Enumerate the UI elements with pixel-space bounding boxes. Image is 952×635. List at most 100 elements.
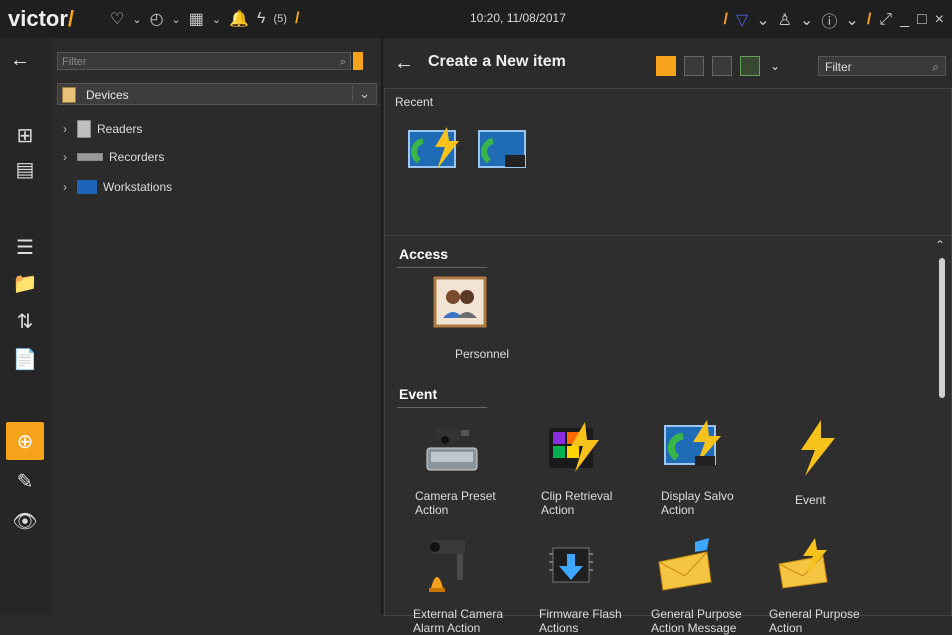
display-salvo-icon[interactable] xyxy=(475,125,535,177)
display-salvo-action-icon[interactable] xyxy=(405,125,465,177)
personnel-icon xyxy=(433,276,487,328)
camera-preset-icon xyxy=(426,428,478,471)
add-button[interactable]: ⊕ xyxy=(6,422,44,460)
chevron-down-icon[interactable]: ⌄ xyxy=(770,59,780,73)
left-filter-input[interactable]: Filter ⌕ xyxy=(57,52,351,70)
maximize-icon[interactable]: □ xyxy=(917,11,927,29)
tile-label: General Purpose Action Message xyxy=(651,607,742,635)
separator-slash: / xyxy=(723,11,728,28)
right-filter-input[interactable]: Filter ⌕ xyxy=(818,56,946,76)
tree-item-workstations[interactable]: › Workstations xyxy=(63,180,172,194)
tree-item-readers[interactable]: › Readers xyxy=(63,120,142,138)
general-purpose-message-icon xyxy=(658,538,712,591)
expand-icon[interactable]: › xyxy=(63,180,71,194)
window-tools: / ▽ ⌄ ♙ ⌄ ⓘ ⌄ / ⤢ _ □ × xyxy=(723,8,944,32)
resize-icon[interactable]: ⤢ xyxy=(879,11,892,29)
tile-general-purpose-action-message[interactable]: General Purpose Action Message xyxy=(651,536,761,635)
tile-firmware-flash-actions[interactable]: Firmware Flash Actions xyxy=(539,536,649,635)
collapse-handle[interactable] xyxy=(353,52,363,70)
section-divider xyxy=(397,267,487,268)
help-icon[interactable]: ⓘ xyxy=(821,8,837,32)
chevron-down-icon[interactable]: ⌄ xyxy=(800,10,813,30)
heart-icon[interactable]: ♡ xyxy=(110,9,124,29)
devices-label: Devices xyxy=(86,88,129,102)
separator-slash: / xyxy=(294,10,300,27)
lightning-icon xyxy=(801,420,835,476)
chevron-down-icon[interactable]: ⌄ xyxy=(132,13,141,26)
filter-icon[interactable]: ▽ xyxy=(736,10,748,30)
chevron-down-icon[interactable]: ⌄ xyxy=(845,10,858,30)
tile-label: Clip Retrieval Action xyxy=(541,489,613,517)
tree-item-recorders[interactable]: › Recorders xyxy=(63,150,164,164)
details-view-icon[interactable] xyxy=(684,56,704,76)
page-title: Create a New item xyxy=(428,53,566,70)
tile-general-purpose-action[interactable]: General Purpose Action xyxy=(769,536,879,635)
app-logo: victor/ xyxy=(8,6,75,31)
report-icon[interactable]: 📄 xyxy=(12,346,38,372)
folder-icon[interactable]: 📁 xyxy=(12,270,38,296)
items-gallery: ⌃ Access Personnel Event Camera Preset A… xyxy=(385,236,951,635)
top-bar: victor/ ♡ ⌄ ◴ ⌄ ▦ ⌄ 🔔 ϟ (5) / 10:20, 11/… xyxy=(0,0,952,39)
view-toggle-group: ⌄ xyxy=(656,56,780,76)
tile-camera-preset-action[interactable]: Camera Preset Action xyxy=(415,418,527,517)
section-access: Access xyxy=(399,246,449,262)
group-view-icon[interactable] xyxy=(740,56,760,76)
chevron-up-icon[interactable]: ⌃ xyxy=(935,238,945,252)
tree-item-label: Recorders xyxy=(109,150,165,164)
scroll-thumb[interactable] xyxy=(939,258,945,398)
list-view-icon[interactable] xyxy=(712,56,732,76)
tile-event[interactable]: Event xyxy=(781,418,891,507)
expand-icon[interactable]: › xyxy=(63,122,71,136)
tile-label: Display Salvo Action xyxy=(661,489,734,517)
checklist-icon[interactable]: ☰ xyxy=(12,234,38,260)
tree-item-label: Readers xyxy=(97,122,143,136)
grid-view-icon[interactable] xyxy=(656,56,676,76)
left-pane: Filter ⌕ Devices ⌄ › Readers › Recorders… xyxy=(10,38,383,614)
back-arrow-icon[interactable]: ← xyxy=(0,48,40,72)
eye-star-icon[interactable]: 👁 xyxy=(12,508,38,534)
lightning-icon[interactable]: ϟ xyxy=(257,10,265,28)
expand-icon[interactable]: › xyxy=(63,150,71,164)
dashboard-icon[interactable]: ◴ xyxy=(150,9,164,29)
top-tools: ♡ ⌄ ◴ ⌄ ▦ ⌄ 🔔 ϟ (5) / xyxy=(110,8,299,30)
recent-section: Recent xyxy=(385,89,951,236)
tile-label: Firmware Flash Actions xyxy=(539,607,622,635)
back-arrow-icon[interactable]: ← xyxy=(394,52,414,75)
devices-dropdown[interactable]: Devices ⌄ xyxy=(57,83,377,105)
tile-display-salvo-action[interactable]: Display Salvo Action xyxy=(661,418,771,517)
tile-clip-retrieval-action[interactable]: Clip Retrieval Action xyxy=(541,418,651,517)
alarm-count: (5) xyxy=(273,13,287,25)
general-purpose-action-icon xyxy=(778,538,828,589)
chevron-down-icon[interactable]: ⌄ xyxy=(172,13,181,26)
tile-label: Camera Preset Action xyxy=(415,489,496,517)
vertical-scrollbar[interactable]: ⌃ xyxy=(935,238,947,602)
section-event: Event xyxy=(399,386,438,402)
bell-off-icon[interactable]: 🔔 xyxy=(229,9,249,29)
close-icon[interactable]: × xyxy=(935,11,944,29)
tree-item-label: Workstations xyxy=(103,180,173,194)
workstation-icon xyxy=(77,180,97,194)
chevron-down-icon[interactable]: ⌄ xyxy=(212,13,221,26)
display-salvo-action-icon xyxy=(664,420,721,466)
tile-label: General Purpose Action xyxy=(769,607,860,635)
tile-external-camera-alarm-action[interactable]: External Camera Alarm Action xyxy=(413,536,523,635)
separator-slash: / xyxy=(866,11,872,28)
content-panel: Recent ⌃ Access Personnel Event Camera P… xyxy=(384,88,952,635)
search-icon[interactable]: ⌕ xyxy=(932,57,939,77)
section-divider xyxy=(397,407,487,408)
devices-icon xyxy=(62,87,76,103)
tile-personnel[interactable]: Personnel xyxy=(427,272,537,361)
chevron-down-icon[interactable]: ⌄ xyxy=(756,10,769,30)
list-view-icon[interactable]: ▤ xyxy=(12,156,38,182)
chevron-down-icon[interactable]: ⌄ xyxy=(352,86,370,102)
new-item-icon[interactable]: ⊞ xyxy=(12,122,38,148)
grid-icon[interactable]: ▦ xyxy=(189,9,204,29)
up-down-arrows-icon[interactable]: ⇅ xyxy=(12,308,38,334)
reader-icon xyxy=(77,120,91,138)
right-pane: ← Create a New item ⌄ Filter ⌕ Recent ⌃ … xyxy=(384,38,952,635)
minimize-icon[interactable]: _ xyxy=(900,11,909,29)
user-icon[interactable]: ♙ xyxy=(778,10,792,30)
tile-label: Personnel xyxy=(454,347,510,361)
edit-pencil-icon[interactable]: ✎ xyxy=(12,468,38,494)
search-icon[interactable]: ⌕ xyxy=(340,53,346,71)
